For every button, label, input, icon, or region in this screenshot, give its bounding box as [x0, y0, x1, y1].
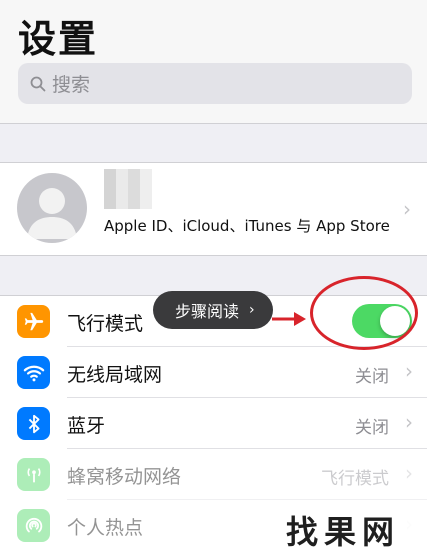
wifi-icon — [17, 356, 50, 389]
chevron-right-icon: › — [405, 359, 413, 383]
watermark-text: 找果网 — [286, 512, 401, 551]
bluetooth-row[interactable]: 蓝牙 关闭 › — [0, 398, 427, 449]
annotation-circle — [310, 276, 418, 350]
divider — [0, 255, 427, 256]
wifi-row[interactable]: 无线局域网 关闭 › — [0, 347, 427, 398]
bluetooth-status: 关闭 — [355, 418, 389, 438]
profile-subtitle: Apple ID、iCloud、iTunes 与 App Store — [104, 217, 390, 235]
chevron-right-icon: › — [405, 410, 413, 434]
cellular-row[interactable]: 蜂窝移动网络 飞行模式 › — [0, 449, 427, 500]
page-title: 设置 — [18, 17, 99, 61]
divider — [0, 123, 427, 124]
watermark: 找果网 — [278, 508, 427, 551]
blurred-name — [104, 169, 152, 209]
hotspot-icon — [17, 509, 50, 542]
cellular-status: 飞行模式 — [321, 469, 389, 489]
hotspot-label: 个人热点 — [67, 517, 144, 539]
chevron-right-icon: › — [405, 461, 413, 485]
bluetooth-label: 蓝牙 — [67, 415, 106, 437]
cellular-label: 蜂窝移动网络 — [67, 466, 182, 488]
wifi-label: 无线局域网 — [67, 364, 163, 386]
airplane-icon — [17, 305, 50, 338]
header: 设置 搜索 — [0, 0, 427, 123]
search-input[interactable]: 搜索 — [52, 70, 90, 97]
tooltip-label: 步骤阅读 — [175, 302, 240, 321]
chevron-right-icon: › — [403, 197, 411, 221]
search-icon — [30, 76, 46, 91]
step-reading-tooltip[interactable]: 步骤阅读 › — [153, 291, 273, 329]
bluetooth-icon — [17, 407, 50, 440]
apple-id-row[interactable]: Apple ID、iCloud、iTunes 与 App Store › — [0, 163, 427, 255]
search-bar[interactable]: 搜索 — [18, 63, 412, 104]
avatar — [17, 173, 87, 243]
cellular-icon — [17, 458, 50, 491]
annotation-arrow-icon — [272, 312, 306, 326]
wifi-status: 关闭 — [355, 367, 389, 387]
chevron-right-icon: › — [249, 302, 255, 318]
airplane-mode-label: 飞行模式 — [67, 313, 144, 335]
